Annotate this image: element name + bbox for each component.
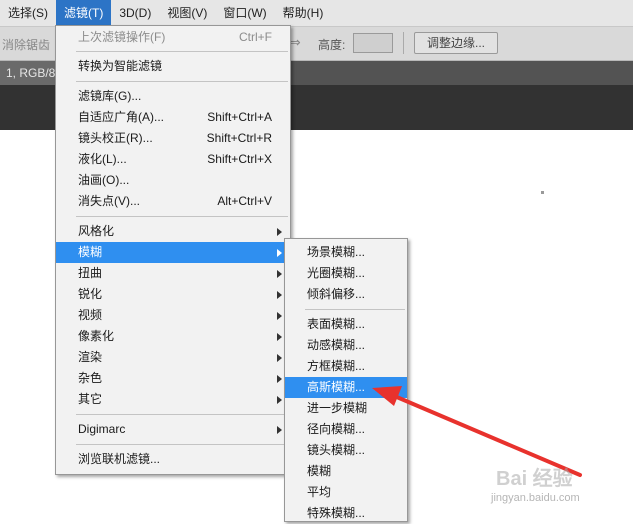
menu-help[interactable]: 帮助(H): [275, 0, 332, 26]
menu-select[interactable]: 选择(S): [0, 0, 56, 26]
baidu-watermark: Bai 经验 jingyan.baidu.com: [488, 452, 633, 518]
menu-view[interactable]: 视图(V): [159, 0, 215, 26]
options-divider: [403, 32, 404, 54]
menu-separator: [76, 444, 288, 445]
filter-menu-item-sharpen[interactable]: 锐化: [56, 284, 290, 305]
watermark-url: jingyan.baidu.com: [491, 492, 580, 504]
antialias-checkbox-label[interactable]: 消除锯齿: [2, 36, 50, 53]
filter-menu-item-render[interactable]: 渲染: [56, 347, 290, 368]
menu-separator: [76, 81, 288, 82]
submenu-arrow-icon: [277, 270, 282, 278]
blur-item-blur[interactable]: 模糊: [285, 461, 407, 482]
filter-menu-item-pixelate[interactable]: 像素化: [56, 326, 290, 347]
refine-edge-button[interactable]: 调整边缘...: [414, 32, 498, 54]
filter-menu: 上次滤镜操作(F) Ctrl+F 转换为智能滤镜 滤镜库(G)... 自适应广角(…: [55, 25, 291, 475]
menu-filter[interactable]: 滤镜(T): [56, 0, 112, 26]
filter-menu-item-smart-filter[interactable]: 转换为智能滤镜: [56, 56, 290, 77]
blur-item-motion-blur[interactable]: 动感模糊...: [285, 335, 407, 356]
blur-item-average[interactable]: 平均: [285, 482, 407, 503]
height-input[interactable]: [353, 33, 393, 53]
submenu-arrow-icon: [277, 354, 282, 362]
menu-bar: 选择(S) 滤镜(T) 3D(D) 视图(V) 窗口(W) 帮助(H): [0, 0, 633, 27]
submenu-arrow-icon: [277, 312, 282, 320]
menu-3d[interactable]: 3D(D): [111, 0, 159, 26]
filter-menu-item-oil-paint[interactable]: 油画(O)...: [56, 170, 290, 191]
menu-separator: [76, 216, 288, 217]
filter-menu-item-blur[interactable]: 模糊: [56, 242, 290, 263]
blur-item-iris-blur[interactable]: 光圈模糊...: [285, 263, 407, 284]
filter-menu-item-lens-correction[interactable]: 镜头校正(R)... Shift+Ctrl+R: [56, 128, 290, 149]
submenu-arrow-icon: [277, 291, 282, 299]
filter-menu-item-video[interactable]: 视频: [56, 305, 290, 326]
blur-submenu: 场景模糊... 光圈模糊... 倾斜偏移... 表面模糊... 动感模糊... …: [284, 238, 408, 522]
height-label: 高度:: [318, 38, 346, 52]
filter-menu-item-stylize[interactable]: 风格化: [56, 221, 290, 242]
filter-menu-item-vanishing-point[interactable]: 消失点(V)... Alt+Ctrl+V: [56, 191, 290, 212]
watermark-brand: Bai 经验: [496, 468, 573, 490]
blur-item-smart-blur[interactable]: 特殊模糊...: [285, 503, 407, 524]
menu-window[interactable]: 窗口(W): [215, 0, 274, 26]
blur-item-box-blur[interactable]: 方框模糊...: [285, 356, 407, 377]
menu-separator: [76, 51, 288, 52]
blur-item-blur-more[interactable]: 进一步模糊: [285, 398, 407, 419]
menu-separator: [76, 414, 288, 415]
blur-item-surface-blur[interactable]: 表面模糊...: [285, 314, 407, 335]
submenu-arrow-icon: [277, 228, 282, 236]
blur-item-tilt-shift[interactable]: 倾斜偏移...: [285, 284, 407, 305]
menu-separator: [305, 309, 405, 310]
canvas-speck: [541, 191, 544, 194]
filter-menu-item-last-filter[interactable]: 上次滤镜操作(F) Ctrl+F: [56, 27, 290, 48]
filter-menu-item-filter-gallery[interactable]: 滤镜库(G)...: [56, 86, 290, 107]
filter-menu-item-browse-online[interactable]: 浏览联机滤镜...: [56, 449, 290, 470]
filter-menu-item-noise[interactable]: 杂色: [56, 368, 290, 389]
submenu-arrow-icon: [277, 333, 282, 341]
filter-menu-item-adaptive-wide-angle[interactable]: 自适应广角(A)... Shift+Ctrl+A: [56, 107, 290, 128]
filter-menu-item-digimarc[interactable]: Digimarc: [56, 419, 290, 440]
filter-menu-item-distort[interactable]: 扭曲: [56, 263, 290, 284]
filter-menu-item-liquify[interactable]: 液化(L)... Shift+Ctrl+X: [56, 149, 290, 170]
blur-item-lens-blur[interactable]: 镜头模糊...: [285, 440, 407, 461]
submenu-arrow-icon: [277, 375, 282, 383]
filter-menu-item-other[interactable]: 其它: [56, 389, 290, 410]
submenu-arrow-icon: [277, 396, 282, 404]
blur-item-gaussian-blur[interactable]: 高斯模糊...: [285, 377, 407, 398]
blur-item-radial-blur[interactable]: 径向模糊...: [285, 419, 407, 440]
blur-item-field-blur[interactable]: 场景模糊...: [285, 242, 407, 263]
submenu-arrow-icon: [277, 426, 282, 434]
submenu-arrow-icon: [277, 249, 282, 257]
